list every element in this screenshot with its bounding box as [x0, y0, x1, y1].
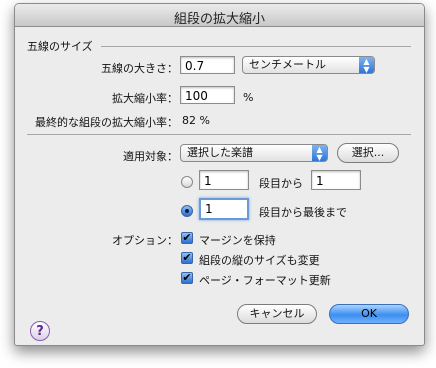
apply-target-popup[interactable]: 選択した楽譜 ▲ ▼ — [180, 144, 328, 162]
window-title: 組段の拡大縮小 — [173, 12, 265, 27]
keep-margins-checkbox[interactable]: ✔ — [181, 232, 193, 244]
ok-button[interactable]: OK — [329, 304, 409, 324]
range2-suffix-label: 段目から最後まで — [259, 206, 347, 219]
divider — [27, 134, 411, 135]
final-scale-label: 最終的な組段の拡大縮小率： — [35, 116, 178, 129]
apply-to-label: 適用対象： — [123, 150, 178, 163]
staff-size-label: 五線の大きさ： — [101, 62, 178, 75]
range-from-to-radio[interactable] — [181, 176, 193, 188]
dialog-window: 組段の拡大縮小 五線のサイズ 五線の大きさ： 0.7 センチメートル ▲ ▼ 拡大… — [14, 3, 425, 346]
resize-vertical-label: 組段の縦のサイズも変更 — [199, 254, 320, 267]
select-button[interactable]: 選択... — [337, 143, 399, 163]
unit-popup[interactable]: センチメートル ▲ ▼ — [242, 56, 375, 74]
staff-size-input[interactable]: 0.7 — [180, 56, 235, 74]
update-page-format-checkbox[interactable]: ✔ — [181, 272, 193, 284]
checkmark-icon: ✔ — [182, 251, 192, 264]
scale-input[interactable]: 100 — [180, 86, 235, 104]
options-label: オプション： — [112, 234, 178, 247]
range2-from-input[interactable]: 1 — [199, 198, 249, 220]
up-down-arrows-icon: ▲ ▼ — [312, 145, 327, 162]
up-down-arrows-icon: ▲ ▼ — [359, 57, 374, 74]
cancel-button[interactable]: キャンセル — [237, 304, 317, 324]
range1-mid-label: 段目から — [259, 177, 303, 190]
final-scale-value: 82 % — [182, 114, 210, 127]
titlebar[interactable]: 組段の拡大縮小 — [15, 4, 424, 27]
question-icon[interactable]: ? — [30, 321, 50, 341]
range1-to-input[interactable]: 1 — [311, 170, 361, 190]
apply-target-value: 選択した楽譜 — [187, 146, 253, 159]
checkmark-icon: ✔ — [182, 271, 192, 284]
section-staff-size-label: 五線のサイズ — [27, 40, 93, 53]
unit-popup-value: センチメートル — [249, 58, 326, 71]
range-to-end-radio[interactable] — [181, 205, 193, 217]
range1-from-input[interactable]: 1 — [199, 170, 249, 190]
update-page-format-label: ページ・フォーマット更新 — [199, 274, 331, 287]
scale-label: 拡大縮小率： — [112, 92, 178, 105]
scale-unit: % — [243, 91, 254, 104]
resize-vertical-checkbox[interactable]: ✔ — [181, 252, 193, 264]
checkmark-icon: ✔ — [182, 231, 192, 244]
section-divider — [101, 46, 411, 47]
keep-margins-label: マージンを保持 — [199, 234, 276, 247]
